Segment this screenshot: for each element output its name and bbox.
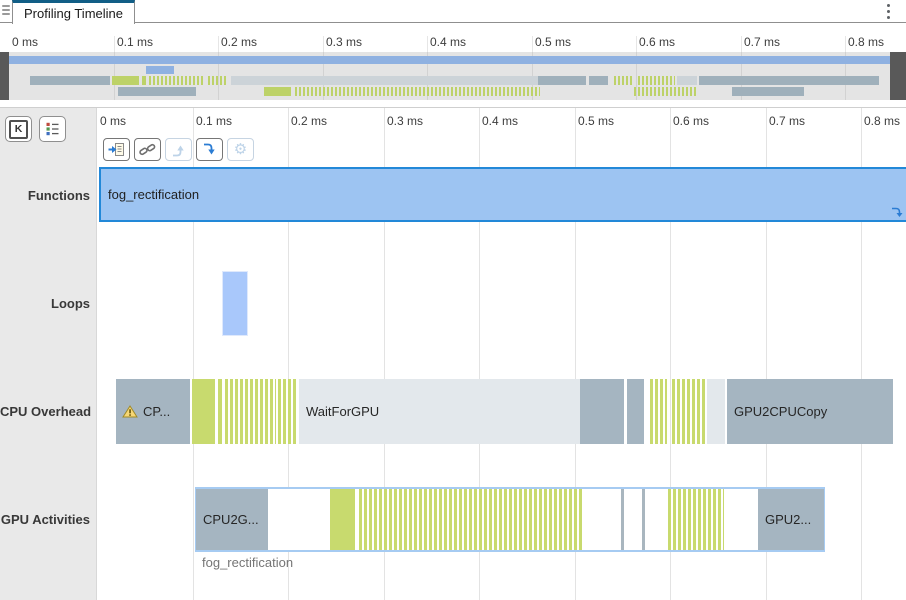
overview-strip[interactable]	[0, 52, 906, 100]
timeline-segment[interactable]	[672, 379, 705, 444]
time-tick-label: 0.6 ms	[639, 35, 675, 49]
gear-icon: ⚙	[234, 142, 247, 157]
timeline-segment[interactable]: CPU2G...	[196, 489, 268, 550]
ruler-tick	[114, 36, 115, 52]
timeline-segment[interactable]: GPU2CPUCopy	[727, 379, 893, 444]
step-into-arrow-icon[interactable]	[891, 206, 903, 218]
step-down-button[interactable]	[196, 138, 223, 161]
timeline-segment[interactable]	[627, 379, 644, 444]
panel-grip-icon[interactable]	[2, 5, 10, 17]
time-tick-label: 0.7 ms	[744, 35, 780, 49]
timeline-segment[interactable]: CP...	[116, 379, 190, 444]
overview-segment	[30, 76, 110, 85]
overview-segment	[677, 76, 697, 85]
timeline-segment[interactable]	[359, 489, 582, 550]
step-up-arrow-icon	[171, 143, 186, 157]
overview-segment	[699, 76, 879, 85]
timeline-segment[interactable]: GPU2...	[758, 489, 824, 550]
timeline-segment[interactable]	[621, 489, 624, 550]
time-tick-label: 0.5 ms	[535, 35, 571, 49]
overview-segment	[638, 76, 675, 85]
overview-segment	[9, 56, 890, 64]
goto-source-button[interactable]	[103, 138, 130, 161]
overview-segment	[614, 76, 633, 85]
segment-label: CP...	[143, 404, 170, 419]
segment-label: GPU2...	[765, 512, 811, 527]
timeline-segment[interactable]	[668, 489, 724, 550]
time-tick-label: 0.8 ms	[848, 35, 884, 49]
tab-profiling-timeline[interactable]: Profiling Timeline	[12, 0, 135, 24]
ruler-tick	[218, 36, 219, 52]
legend-button[interactable]	[39, 116, 66, 142]
tab-label: Profiling Timeline	[24, 6, 123, 21]
segment-label: WaitForGPU	[306, 404, 379, 419]
row-label-loops: Loops	[0, 296, 90, 311]
overview-left-handle[interactable]	[0, 52, 9, 100]
time-tick-label: 0.3 ms	[326, 35, 362, 49]
overview-segment	[589, 76, 608, 85]
row-label-cpu-overhead: CPU Overhead	[0, 404, 90, 419]
ruler-tick	[532, 36, 533, 52]
overview-segment	[264, 87, 291, 96]
timeline-segment[interactable]: fog_rectification	[99, 167, 906, 222]
timeline-segment[interactable]	[278, 379, 298, 444]
timeline-segment[interactable]	[650, 379, 667, 444]
timeline-segment[interactable]: WaitForGPU	[299, 379, 580, 444]
ruler-tick	[427, 36, 428, 52]
link-icon	[139, 143, 156, 156]
kernel-view-button[interactable]: K	[5, 116, 32, 142]
overview-segment	[142, 76, 146, 85]
step-down-arrow-icon	[202, 143, 217, 157]
timeline-segment[interactable]	[192, 379, 215, 444]
timeline-toolbar: ⚙	[103, 138, 254, 161]
ruler-tick	[636, 36, 637, 52]
segment-label: fog_rectification	[108, 187, 199, 202]
overview-segment	[634, 87, 696, 96]
row-label-gpu-activities: GPU Activities	[0, 512, 90, 527]
step-up-button[interactable]	[165, 138, 192, 161]
overview-time-ruler: 0 ms 0.1 ms 0.2 ms 0.3 ms 0.4 ms 0.5 ms 0.6 ms…	[0, 23, 906, 52]
segment-label: GPU2CPUCopy	[734, 404, 827, 419]
time-tick-label: 0.4 ms	[430, 35, 466, 49]
overview-right-handle[interactable]	[890, 52, 906, 100]
segment-label: CPU2G...	[203, 512, 259, 527]
row-header-sidebar: K Functions Loops	[0, 108, 97, 600]
timeline-segment[interactable]	[218, 379, 222, 444]
overview-segment	[732, 87, 804, 96]
ruler-tick	[845, 36, 846, 52]
overview-segment	[208, 76, 228, 85]
row-label-functions: Functions	[0, 188, 90, 203]
legend-list-icon	[45, 122, 60, 136]
time-tick-label: 0.2 ms	[221, 35, 257, 49]
ruler-tick	[741, 36, 742, 52]
timeline-segment[interactable]	[225, 379, 276, 444]
timeline-segment[interactable]	[330, 489, 355, 550]
overview-segment	[118, 87, 196, 96]
timeline-segment[interactable]	[707, 379, 725, 444]
overview-segment	[149, 76, 204, 85]
warning-icon	[122, 405, 138, 418]
timeline-bars-layer: fog_rectification CP... WaitForGPU GPU2CPUC…	[0, 108, 906, 600]
overview-segment	[295, 87, 540, 96]
kebab-menu-icon[interactable]	[887, 4, 891, 22]
time-tick-label: 0 ms	[12, 35, 38, 49]
timeline-segment[interactable]	[642, 489, 645, 550]
profiling-timeline-window: Profiling Timeline 0 ms 0.1 ms 0.2 ms 0.3 m…	[0, 0, 906, 600]
tab-bar: Profiling Timeline	[0, 0, 906, 23]
timeline-main-area: K Functions Loops	[0, 107, 906, 600]
ruler-tick	[323, 36, 324, 52]
timeline-segment[interactable]	[580, 379, 624, 444]
overview-segment	[112, 76, 139, 85]
overview-segment	[146, 66, 174, 74]
settings-button[interactable]: ⚙	[227, 138, 254, 161]
overview-segment	[231, 76, 538, 85]
timeline-segment[interactable]	[222, 271, 248, 336]
link-button[interactable]	[134, 138, 161, 161]
goto-source-icon	[108, 142, 125, 157]
overview-segment	[538, 76, 586, 85]
kernel-icon: K	[9, 120, 28, 139]
time-tick-label: 0.1 ms	[117, 35, 153, 49]
gpu-group-caption: fog_rectification	[202, 555, 293, 570]
